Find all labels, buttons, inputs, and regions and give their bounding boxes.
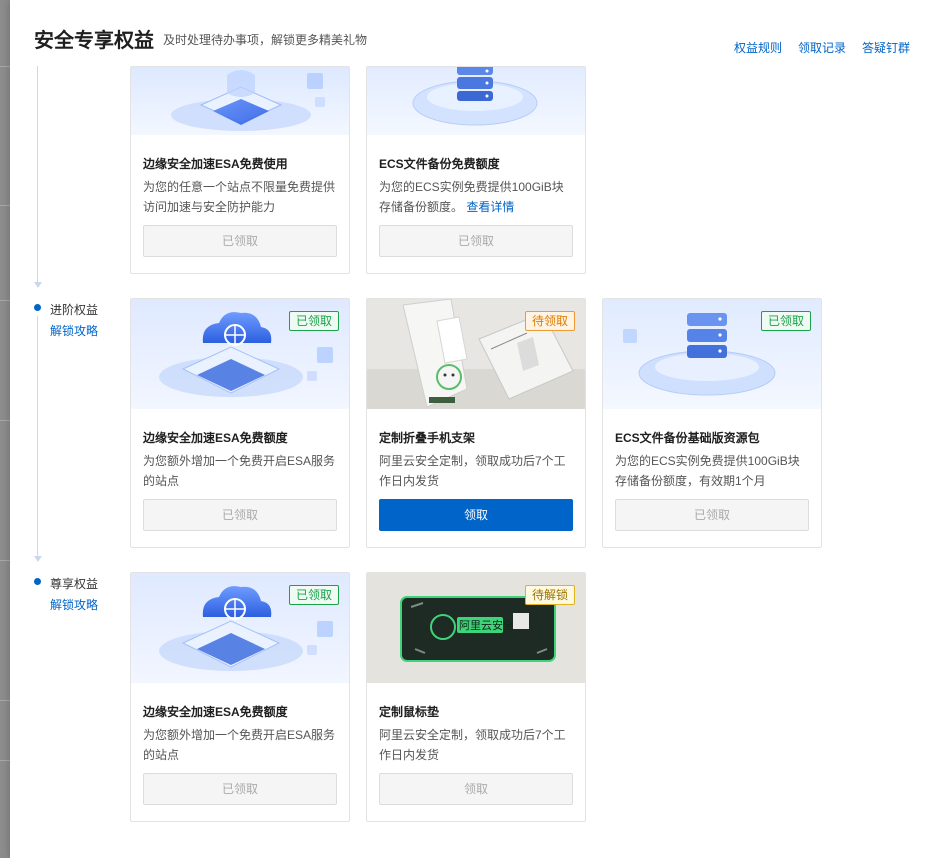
tier-dot-icon	[34, 578, 41, 585]
status-badge: 待领取	[524, 311, 575, 331]
card-title: 边缘安全加速ESA免费额度	[143, 431, 288, 445]
card-title: 边缘安全加速ESA免费使用	[143, 157, 288, 171]
claim-button-disabled[interactable]: 领取	[379, 773, 573, 805]
tier-guide-link-premium[interactable]: 解锁攻略	[50, 596, 98, 613]
status-badge: 已领取	[288, 585, 339, 605]
benefit-card: 阿里云安全 待解锁 定制鼠标垫 阿里云安全定制，领取成功后7个工作日内发货 领取	[366, 572, 586, 822]
support-group-link[interactable]: 答疑钉群	[862, 39, 910, 56]
claimed-button[interactable]: 已领取	[143, 225, 337, 257]
card-title: ECS文件备份免费额度	[379, 157, 500, 171]
card-desc: 阿里云安全定制，领取成功后7个工作日内发货	[379, 454, 566, 488]
card-title: 定制鼠标垫	[379, 705, 440, 719]
status-badge: 已领取	[288, 311, 339, 331]
card-desc: 为您的ECS实例免费提供100GiB块存储备份额度。 查看详情	[379, 177, 575, 217]
card-desc: 为您额外增加一个免费开启ESA服务的站点	[143, 454, 336, 488]
page-title: 安全专享权益	[34, 30, 154, 52]
esa-shield-image	[131, 67, 349, 135]
timeline-arrow-icon	[34, 282, 42, 288]
card-title: 定制折叠手机支架	[379, 431, 476, 445]
tier-dot-icon	[34, 304, 41, 311]
panel-header: 安全专享权益 及时处理待办事项，解锁更多精美礼物 权益规则 领取记录 答疑钉群	[10, 0, 934, 66]
claimed-button[interactable]: 已领取	[379, 225, 573, 257]
background-page-strip	[0, 0, 10, 858]
claimed-button[interactable]: 已领取	[615, 499, 809, 531]
benefit-card: 待领取 定制折叠手机支架 阿里云安全定制，领取成功后7个工作日内发货 领取	[366, 298, 586, 548]
claim-records-link[interactable]: 领取记录	[798, 39, 846, 56]
claimed-button[interactable]: 已领取	[143, 499, 337, 531]
tier-name-premium: 尊享权益	[50, 577, 99, 591]
card-desc: 为您额外增加一个免费开启ESA服务的站点	[143, 728, 336, 762]
benefit-card: 已领取 ECS文件备份基础版资源包 为您的ECS实例免费提供100GiB块存储备…	[602, 298, 822, 548]
claimed-button[interactable]: 已领取	[143, 773, 337, 805]
card-desc: 为您的任意一个站点不限量免费提供访问加速与安全防护能力	[143, 180, 336, 214]
card-desc: 为您的ECS实例免费提供100GiB块存储备份额度，有效期1个月	[615, 454, 800, 488]
timeline-line	[37, 66, 38, 282]
benefit-card: ECS文件备份免费额度 为您的ECS实例免费提供100GiB块存储备份额度。 查…	[366, 66, 586, 274]
claim-button[interactable]: 领取	[379, 499, 573, 531]
view-details-link[interactable]: 查看详情	[466, 200, 514, 214]
page-subtitle: 及时处理待办事项，解锁更多精美礼物	[163, 33, 368, 47]
benefit-rules-link[interactable]: 权益规则	[734, 39, 782, 56]
tier-name-advanced: 进阶权益	[50, 303, 99, 317]
tier-guide-link-advanced[interactable]: 解锁攻略	[50, 322, 98, 339]
status-badge: 待解锁	[524, 585, 575, 605]
benefit-card: 边缘安全加速ESA免费使用 为您的任意一个站点不限量免费提供访问加速与安全防护能…	[130, 66, 350, 274]
benefits-panel: 进阶权益 解锁攻略 尊享权益 解锁攻略 边缘安全加速ESA免费使用 为您的任意一…	[10, 0, 934, 858]
card-title: 边缘安全加速ESA免费额度	[143, 705, 288, 719]
timeline-arrow-icon	[34, 556, 42, 562]
benefit-card: 已领取 边缘安全加速ESA免费额度 为您额外增加一个免费开启ESA服务的站点 已…	[130, 298, 350, 548]
status-badge: 已领取	[760, 311, 811, 331]
header-links: 权益规则 领取记录 答疑钉群	[734, 39, 910, 56]
card-title: ECS文件备份基础版资源包	[615, 431, 760, 445]
timeline-line	[37, 316, 38, 556]
mouse-pad-text: 阿里云安全	[459, 618, 514, 632]
ecs-server-image	[367, 67, 585, 135]
card-desc: 阿里云安全定制，领取成功后7个工作日内发货	[379, 728, 566, 762]
benefit-card: 已领取 边缘安全加速ESA免费额度 为您额外增加一个免费开启ESA服务的站点 已…	[130, 572, 350, 822]
